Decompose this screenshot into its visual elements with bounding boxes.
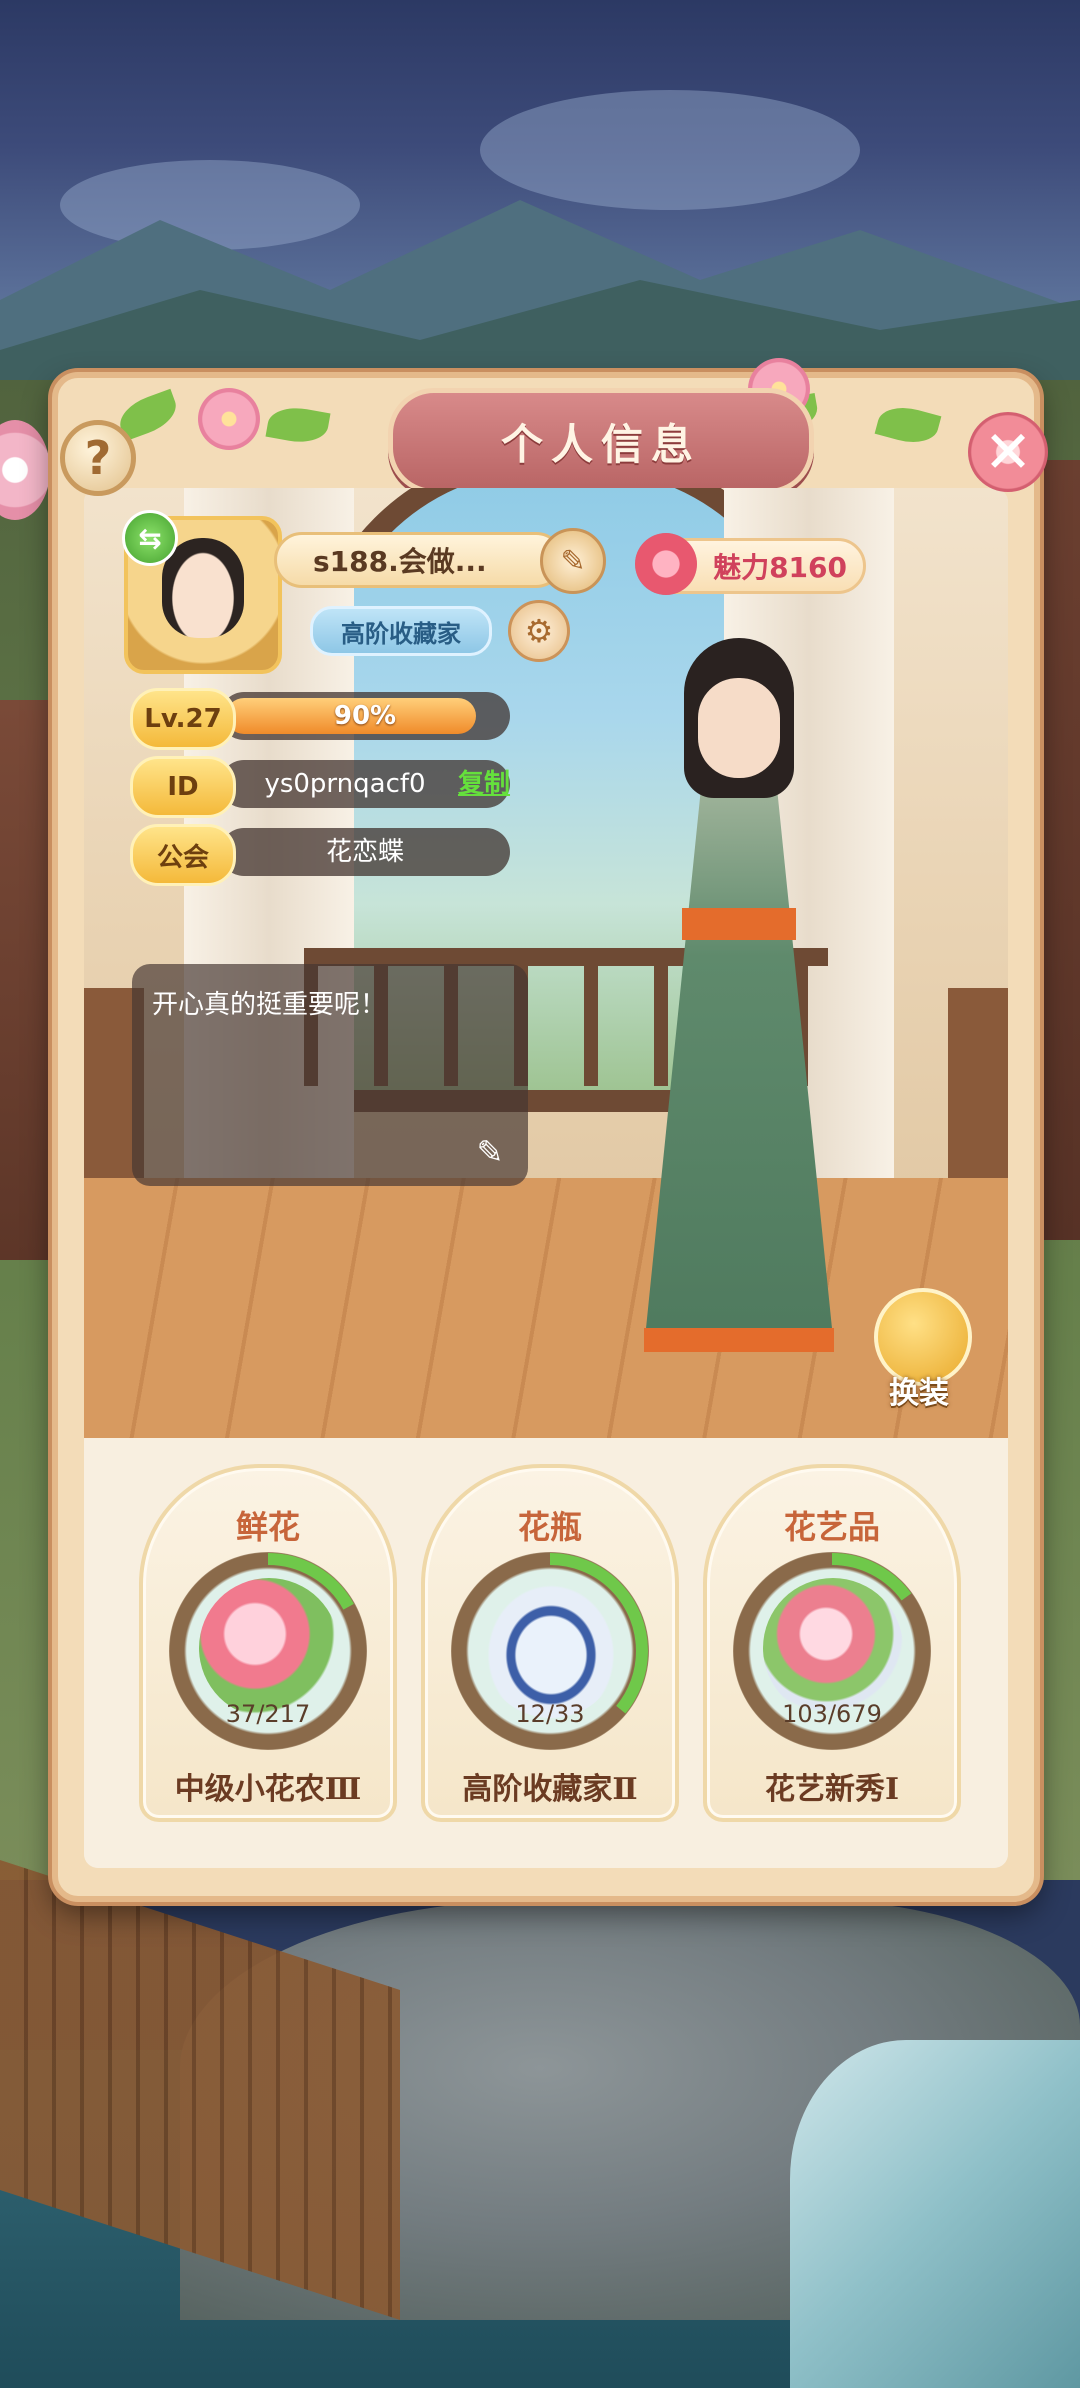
- copy-id-link[interactable]: 复制: [458, 760, 510, 808]
- collection-title: 花瓶: [517, 1508, 582, 1546]
- edit-name-button[interactable]: ✎: [540, 528, 606, 594]
- close-icon: ✕: [983, 418, 1033, 486]
- charm-value-pill[interactable]: 魅力8160: [635, 533, 866, 595]
- panel-title-banner: 个人信息: [388, 388, 814, 494]
- collection-card-arrangements[interactable]: 花艺品 103/679 花艺新秀Ⅰ: [703, 1464, 961, 1822]
- edit-signature-icon[interactable]: ✎: [466, 1128, 514, 1176]
- collection-rank: 花艺新秀Ⅰ: [764, 1772, 900, 1807]
- change-outfit-button[interactable]: 换装: [864, 1288, 972, 1412]
- question-icon: ?: [84, 431, 112, 485]
- id-bar: ys0prnqacf0 复制: [220, 760, 510, 808]
- id-tag: ID: [130, 756, 236, 818]
- xp-percent: 90%: [333, 701, 397, 731]
- signature-box: 开心真的挺重要呢！ ✎: [132, 964, 528, 1186]
- vase-icon: [481, 1578, 621, 1718]
- panel-content: ⇆ s188.会做... ✎ 高阶收藏家 ⚙ 魅力8160 90% Lv.27 …: [84, 488, 1008, 1868]
- profile-panel: 个人信息 ⇆ s188.会做... ✎ 高阶收藏家 ⚙ 魅力8160 90% L…: [52, 358, 1040, 1902]
- charm-label: 魅力8160: [713, 551, 847, 584]
- guild-tag: 公会: [130, 824, 236, 886]
- blossom-decoration: [198, 388, 260, 450]
- character-hem: [644, 1328, 834, 1352]
- bouquet-icon: [199, 1578, 339, 1718]
- character-sash: [682, 908, 796, 940]
- gear-icon: ⚙: [524, 612, 554, 650]
- character-face: [698, 678, 780, 778]
- collection-card-vases[interactable]: 花瓶 12/33 高阶收藏家Ⅱ: [421, 1464, 679, 1822]
- rose-icon: [635, 533, 697, 595]
- collection-count: 37/217: [225, 1700, 311, 1728]
- panel-title: 个人信息: [500, 419, 701, 469]
- waterfall: [790, 2040, 1080, 2388]
- collection-count: 103/679: [782, 1700, 882, 1728]
- collection-count: 12/33: [515, 1700, 585, 1728]
- close-button[interactable]: ✕: [968, 412, 1048, 492]
- settings-button[interactable]: ⚙: [508, 600, 570, 662]
- player-character: [624, 638, 854, 1418]
- level-tag: Lv.27: [130, 688, 236, 750]
- xp-bar: 90%: [220, 692, 510, 740]
- collection-card-flowers[interactable]: 鲜花 37/217 中级小花农Ⅲ: [139, 1464, 397, 1822]
- guild-bar[interactable]: 花恋蝶: [220, 828, 510, 876]
- avatar-portrait: [162, 538, 244, 638]
- collection-title: 花艺品: [783, 1508, 880, 1546]
- collection-rank: 中级小花农Ⅲ: [174, 1772, 362, 1807]
- player-id: ys0prnqacf0: [264, 769, 426, 799]
- collection-title: 鲜花: [235, 1508, 300, 1546]
- leaf-decoration: [265, 403, 331, 447]
- player-name-text: s188.会做...: [313, 545, 487, 578]
- room-scene: ⇆ s188.会做... ✎ 高阶收藏家 ⚙ 魅力8160 90% Lv.27 …: [84, 488, 1008, 1438]
- change-outfit-label: 换装: [889, 1376, 949, 1411]
- collection-rank: 高阶收藏家Ⅱ: [462, 1772, 638, 1807]
- character-robe: [644, 788, 834, 1348]
- pencil-icon: ✎: [560, 543, 586, 579]
- switch-avatar-icon[interactable]: ⇆: [122, 510, 178, 566]
- help-button[interactable]: ?: [60, 420, 136, 496]
- title-badge[interactable]: 高阶收藏家: [310, 606, 492, 656]
- arrangement-icon: [763, 1578, 903, 1718]
- player-name: s188.会做...: [274, 532, 564, 588]
- guild-name: 花恋蝶: [325, 837, 404, 867]
- leaf-decoration: [874, 400, 942, 450]
- collections-section: 鲜花 37/217 中级小花农Ⅲ 花瓶 12/33 高阶收藏家Ⅱ 花艺品 103…: [84, 1438, 1008, 1868]
- signature-text: 开心真的挺重要呢！: [152, 990, 387, 1020]
